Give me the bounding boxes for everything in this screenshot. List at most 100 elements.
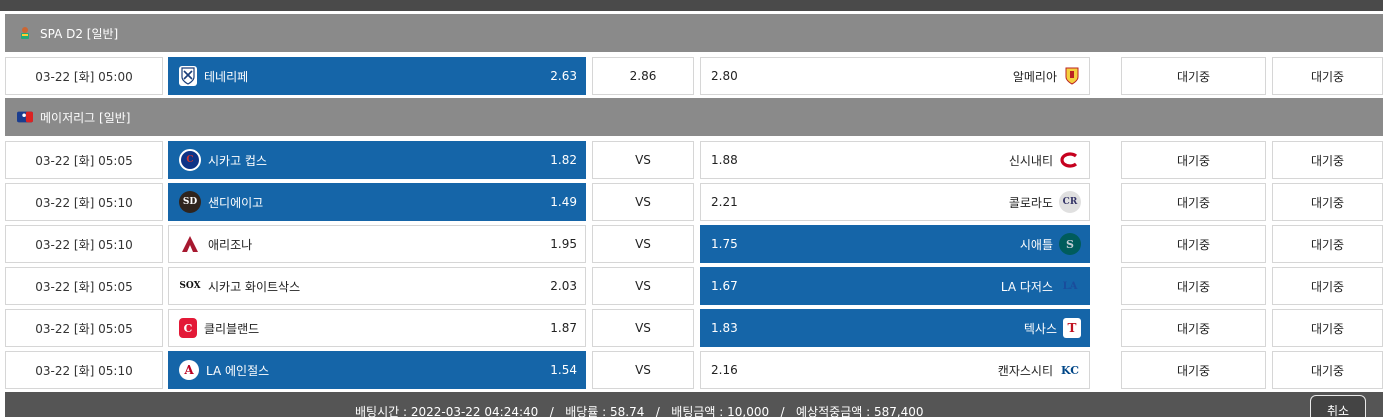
league-name: 메이저리그 [일반] <box>40 110 131 125</box>
status-cell: 대기중 <box>1272 267 1383 305</box>
draw-cell: VS <box>592 225 694 263</box>
cubs-logo-icon: C <box>179 149 201 171</box>
home-bet-button[interactable]: 애리조나 1.95 <box>168 225 586 263</box>
top-bar <box>0 0 1383 11</box>
home-bet-button[interactable]: SOX 시카고 화이트삭스 2.03 <box>168 267 586 305</box>
away-odd: 2.16 <box>711 363 738 377</box>
away-odd: 1.83 <box>711 321 738 335</box>
home-odd: 1.87 <box>550 321 577 335</box>
mlb-logo-icon <box>17 109 33 125</box>
match-row: 03-22 [화] 05:05 C 시카고 컵스 1.82 VS 1.88 신시… <box>5 141 1383 179</box>
away-bet-button[interactable]: 2.21 콜로라도 CR <box>700 183 1090 221</box>
draw-cell: VS <box>592 351 694 389</box>
rangers-logo-icon: T <box>1063 318 1081 338</box>
home-team-name: 시카고 컵스 <box>208 153 268 168</box>
status-cell: 대기중 <box>1121 183 1266 221</box>
draw-cell: VS <box>592 309 694 347</box>
away-team-name: 콜로라도 <box>1008 195 1053 210</box>
status-cell: 대기중 <box>1121 309 1266 347</box>
mariners-logo-icon: S <box>1059 233 1081 255</box>
status-cell: 대기중 <box>1272 351 1383 389</box>
home-team-name: 테네리페 <box>204 69 249 84</box>
tenerife-logo-icon <box>179 66 197 86</box>
away-odd: 1.88 <box>711 153 738 167</box>
home-bet-button[interactable]: SD 샌디에이고 1.49 <box>168 183 586 221</box>
away-team-name: 알메리아 <box>1012 69 1057 84</box>
match-time: 03-22 [화] 05:05 <box>5 309 163 347</box>
home-odd: 2.03 <box>550 279 577 293</box>
spain-flag-icon <box>17 25 33 41</box>
guardians-logo-icon: C <box>179 318 197 338</box>
match-row: 03-22 [화] 05:05 C 클리블랜드 1.87 VS 1.83 텍사스… <box>5 309 1383 347</box>
status-cell: 대기중 <box>1121 141 1266 179</box>
cancel-button[interactable]: 취소 <box>1310 395 1366 417</box>
draw-cell: VS <box>592 183 694 221</box>
home-bet-button[interactable]: 테네리페 2.63 <box>168 57 586 95</box>
away-bet-button[interactable]: 1.67 LA 다저스 LA <box>700 267 1090 305</box>
away-bet-button[interactable]: 2.80 알메리아 <box>700 57 1090 95</box>
match-row: 03-22 [화] 05:05 SOX 시카고 화이트삭스 2.03 VS 1.… <box>5 267 1383 305</box>
home-odd: 1.49 <box>550 195 577 209</box>
home-bet-button[interactable]: A LA 에인절스 1.54 <box>168 351 586 389</box>
away-odd: 2.21 <box>711 195 738 209</box>
match-time: 03-22 [화] 05:10 <box>5 183 163 221</box>
home-team-name: 시카고 화이트삭스 <box>208 279 301 294</box>
league-header: 메이저리그 [일반] <box>5 98 1383 136</box>
status-cell: 대기중 <box>1272 225 1383 263</box>
away-team-name: 시애틀 <box>1019 237 1053 252</box>
away-odd: 1.67 <box>711 279 738 293</box>
away-odd: 2.80 <box>711 69 738 83</box>
league-name: SPA D2 [일반] <box>40 26 119 41</box>
status-cell: 대기중 <box>1272 57 1383 95</box>
away-team-name: 신시내티 <box>1008 153 1053 168</box>
royals-logo-icon: KC <box>1060 363 1080 377</box>
away-team-name: 캔자스시티 <box>997 363 1053 378</box>
dodgers-logo-icon: LA <box>1062 280 1078 292</box>
white-sox-logo-icon: SOX <box>179 281 201 291</box>
draw-cell: VS <box>592 141 694 179</box>
away-bet-button[interactable]: 2.16 캔자스시티 KC <box>700 351 1090 389</box>
home-odd: 1.82 <box>550 153 577 167</box>
match-time: 03-22 [화] 05:10 <box>5 351 163 389</box>
match-row: 03-22 [화] 05:10 SD 샌디에이고 1.49 VS 2.21 콜로… <box>5 183 1383 221</box>
match-row: 03-22 [화] 05:10 애리조나 1.95 VS 1.75 시애틀 S … <box>5 225 1383 263</box>
status-cell: 대기중 <box>1121 225 1266 263</box>
home-odd: 1.54 <box>550 363 577 377</box>
status-cell: 대기중 <box>1272 309 1383 347</box>
home-bet-button[interactable]: C 시카고 컵스 1.82 <box>168 141 586 179</box>
diamondbacks-logo-icon <box>179 233 201 255</box>
home-team-name: LA 에인절스 <box>206 363 270 378</box>
match-time: 03-22 [화] 05:00 <box>5 57 163 95</box>
match-row: 03-22 [화] 05:00 테네리페 2.63 2.86 2.80 알메리아… <box>5 57 1383 95</box>
home-team-name: 애리조나 <box>208 237 253 252</box>
home-team-name: 샌디에이고 <box>208 195 264 210</box>
status-cell: 대기중 <box>1272 141 1383 179</box>
padres-logo-icon: SD <box>179 191 201 213</box>
away-odd: 1.75 <box>711 237 738 251</box>
home-odd: 2.63 <box>550 69 577 83</box>
home-odd: 1.95 <box>550 237 577 251</box>
away-bet-button[interactable]: 1.83 텍사스 T <box>700 309 1090 347</box>
away-bet-button[interactable]: 1.75 시애틀 S <box>700 225 1090 263</box>
bet-summary-footer: 배팅시간 : 2022-03-22 04:24:40 / 배당률 : 58.74… <box>5 392 1383 417</box>
almeria-logo-icon <box>1063 66 1081 86</box>
match-time: 03-22 [화] 05:05 <box>5 141 163 179</box>
away-team-name: LA 다저스 <box>1000 279 1053 294</box>
away-bet-button[interactable]: 1.88 신시내티 <box>700 141 1090 179</box>
match-row: 03-22 [화] 05:10 A LA 에인절스 1.54 VS 2.16 캔… <box>5 351 1383 389</box>
status-cell: 대기중 <box>1121 267 1266 305</box>
draw-bet-button[interactable]: 2.86 <box>592 57 694 95</box>
rockies-logo-icon: CR <box>1059 191 1081 213</box>
status-cell: 대기중 <box>1272 183 1383 221</box>
reds-logo-icon <box>1059 149 1081 171</box>
angels-logo-icon: A <box>179 360 199 380</box>
match-time: 03-22 [화] 05:10 <box>5 225 163 263</box>
bet-summary-text: 배팅시간 : 2022-03-22 04:24:40 / 배당률 : 58.74… <box>355 405 924 417</box>
home-team-name: 클리블랜드 <box>204 321 260 336</box>
draw-cell: VS <box>592 267 694 305</box>
away-team-name: 텍사스 <box>1023 321 1057 336</box>
league-header: SPA D2 [일반] <box>5 14 1383 52</box>
home-bet-button[interactable]: C 클리블랜드 1.87 <box>168 309 586 347</box>
match-time: 03-22 [화] 05:05 <box>5 267 163 305</box>
status-cell: 대기중 <box>1121 57 1266 95</box>
